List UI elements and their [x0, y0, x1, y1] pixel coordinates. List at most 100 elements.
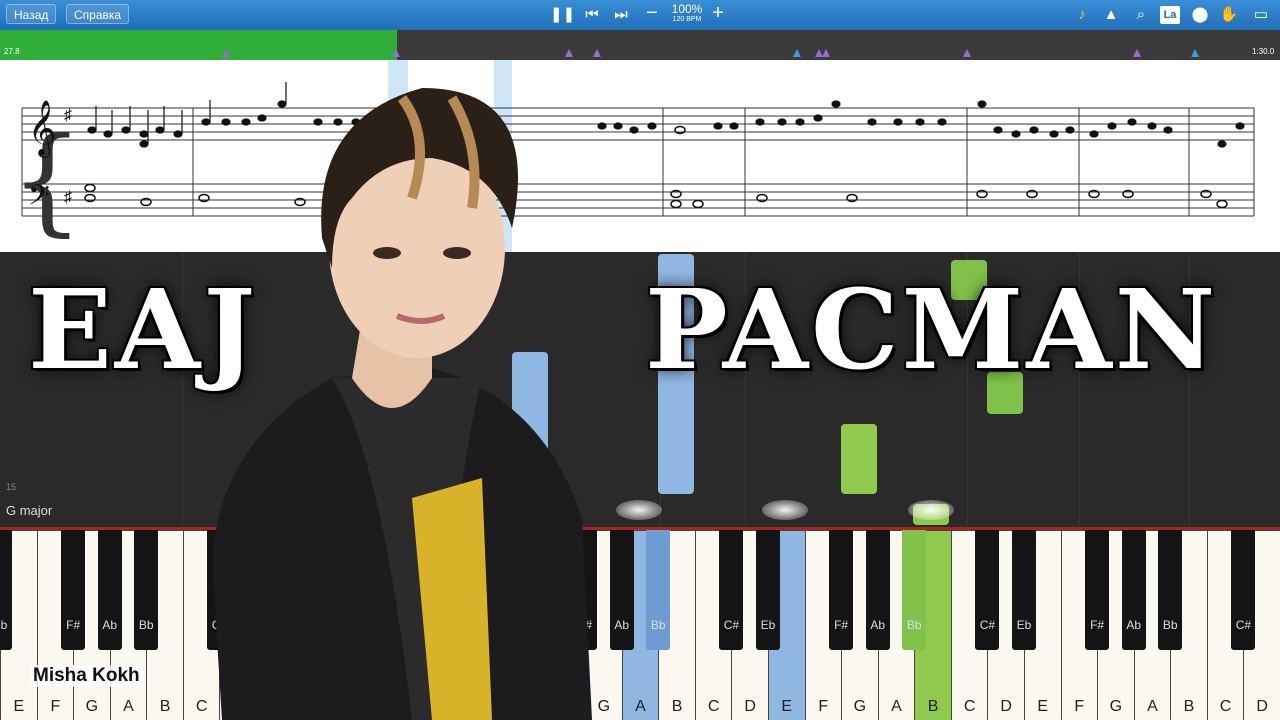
black-key-label: Eb	[0, 618, 8, 632]
black-key[interactable]: Bb	[646, 530, 671, 650]
black-key-label: F#	[1090, 618, 1105, 632]
toolbar: Назад Справка ❚❚ ⏮ ⏭ − 100% 120 BPM + ♪ …	[0, 0, 1280, 30]
white-key-label: G	[853, 698, 867, 715]
timeline-marker	[822, 49, 830, 57]
black-key-label: Bb	[1162, 618, 1178, 632]
timeline-marker	[793, 49, 801, 57]
black-key-label: Ab	[870, 618, 886, 632]
white-key-label: F	[1074, 698, 1085, 715]
black-key-label: F#	[66, 618, 81, 632]
black-key[interactable]: Ab	[1121, 530, 1146, 650]
settings-window-icon[interactable]: ▭	[1250, 5, 1272, 25]
back-button[interactable]: Назад	[6, 4, 57, 24]
black-key[interactable]: Ab	[609, 530, 634, 650]
svg-text:𝄞: 𝄞	[28, 100, 56, 158]
timeline-marker	[963, 49, 971, 57]
tempo-value: 120 BPM	[672, 16, 702, 23]
black-key-label: C#	[979, 618, 996, 632]
white-key-label: A	[891, 698, 902, 715]
timeline-progress	[0, 30, 397, 60]
black-key[interactable]: F#	[1085, 530, 1110, 650]
tempo-display: 100% 120 BPM	[668, 3, 706, 24]
skip-back-icon[interactable]: ⏮	[581, 5, 603, 25]
black-key[interactable]: Bb	[902, 530, 927, 650]
black-key[interactable]: F#	[829, 530, 854, 650]
white-key-label: B	[1183, 698, 1195, 715]
white-key-label: E	[1037, 698, 1049, 715]
note-names-button[interactable]: La	[1160, 6, 1180, 24]
white-key-label: C	[1219, 698, 1232, 715]
white-key-label: D	[744, 698, 756, 715]
white-key-label: G	[1109, 698, 1123, 715]
timeline-marker	[1191, 49, 1199, 57]
key-press-glow	[762, 500, 808, 520]
timeline-marker	[593, 49, 601, 57]
current-time: 27.8	[4, 47, 20, 56]
hand-icon[interactable]: ✋	[1218, 5, 1240, 25]
skip-forward-icon[interactable]: ⏭	[610, 5, 632, 25]
key-signature-label: G major	[6, 503, 53, 518]
black-key[interactable]: C#	[975, 530, 1000, 650]
white-key-label: C	[707, 698, 720, 715]
white-key-label: B	[159, 698, 171, 715]
white-key-label: E	[13, 698, 25, 715]
key-press-glow	[908, 500, 954, 520]
white-key-label: D	[1256, 698, 1268, 715]
timeline-marker	[565, 49, 573, 57]
black-key[interactable]: Bb	[1158, 530, 1183, 650]
black-key-label: Bb	[138, 618, 154, 632]
black-key[interactable]: Eb	[0, 530, 12, 650]
white-key-label: A	[1147, 698, 1158, 715]
black-key-label: Eb	[1016, 618, 1032, 632]
black-key-label: F#	[834, 618, 849, 632]
end-time: 1:30.0	[1252, 47, 1275, 56]
help-button[interactable]: Справка	[66, 4, 130, 24]
zoom-level: 100%	[671, 2, 703, 16]
zoom-out-icon[interactable]: −	[641, 3, 663, 23]
black-key[interactable]: Eb	[755, 530, 780, 650]
measure-number: 15	[6, 482, 17, 492]
timeline-marker	[222, 49, 230, 57]
white-key-label: A	[123, 698, 134, 715]
black-key[interactable]: Ab	[97, 530, 122, 650]
white-key-label: A	[635, 698, 646, 715]
svg-text:♯: ♯	[64, 107, 72, 124]
note-bar-right-hand	[841, 424, 877, 494]
timeline-marker	[1133, 49, 1141, 57]
timeline[interactable]: 27.8 1:30.0	[0, 30, 1280, 60]
zoom-in-icon[interactable]: +	[707, 3, 729, 23]
black-key[interactable]: F#	[61, 530, 86, 650]
black-key-label: Eb	[760, 618, 776, 632]
black-key-label: Ab	[1126, 618, 1141, 632]
search-icon[interactable]: ⌕	[1130, 5, 1152, 25]
metronome-icon[interactable]: ▲	[1100, 5, 1122, 25]
white-key-label: B	[671, 698, 683, 715]
title-song: PACMAN	[645, 265, 1219, 394]
timeline-marker	[392, 49, 400, 57]
credit-label: Misha Kokh	[30, 665, 143, 687]
artist-photo	[212, 88, 592, 720]
black-key[interactable]: C#	[719, 530, 744, 650]
black-key[interactable]: C#	[1231, 530, 1256, 650]
white-key-label: B	[927, 698, 939, 715]
svg-text:𝄢: 𝄢	[28, 179, 50, 219]
white-key-label: F	[50, 698, 61, 715]
black-key-label: C#	[1235, 618, 1252, 632]
pause-icon[interactable]: ❚❚	[550, 5, 575, 25]
white-key-label: G	[85, 698, 99, 715]
white-key-label: C	[963, 698, 976, 715]
white-key-label: E	[781, 698, 793, 715]
black-key-label: C#	[723, 618, 740, 632]
black-key[interactable]: Eb	[1011, 530, 1036, 650]
black-key[interactable]: Ab	[865, 530, 890, 650]
black-key-label: Bb	[906, 618, 922, 632]
svg-text:♯: ♯	[64, 189, 72, 206]
location-pin-icon[interactable]: ⬤	[1189, 5, 1211, 25]
music-note-icon[interactable]: ♪	[1071, 5, 1093, 25]
black-key-label: Ab	[614, 618, 630, 632]
black-key[interactable]: Bb	[134, 530, 159, 650]
white-key-label: F	[818, 698, 829, 715]
black-key-label: Bb	[650, 618, 666, 632]
key-press-glow	[616, 500, 662, 520]
white-key-label: D	[1000, 698, 1012, 715]
